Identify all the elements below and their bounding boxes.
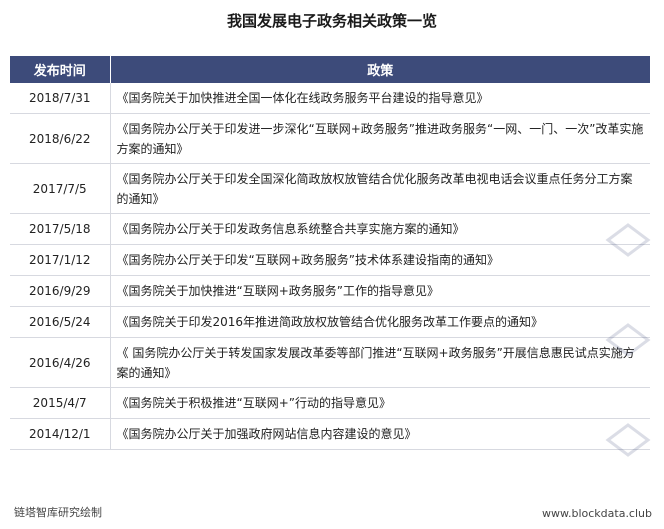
row-date: 2016/9/29	[10, 275, 111, 307]
column-header-policy: 政策	[110, 56, 650, 83]
row-policy: 《国务院办公厅关于印发全国深化简政放权放管结合优化服务改革电视电话会议重点任务分…	[110, 163, 650, 214]
table-row: 2017/5/18 《国务院办公厅关于印发政务信息系统整合共享实施方案的通知》	[10, 213, 650, 245]
row-policy: 《国务院关于加快推进全国一体化在线政务服务平台建设的指导意见》	[110, 83, 650, 114]
row-policy: 《 国务院办公厅关于转发国家发展改革委等部门推进“互联网+政务服务”开展信息惠民…	[110, 337, 650, 388]
table-row: 2018/7/31 《国务院关于加快推进全国一体化在线政务服务平台建设的指导意见…	[10, 83, 650, 114]
table-row: 2016/4/26 《 国务院办公厅关于转发国家发展改革委等部门推进“互联网+政…	[10, 337, 650, 388]
row-date: 2017/5/18	[10, 213, 111, 245]
table-row: 2015/4/7 《国务院关于积极推进“互联网+”行动的指导意见》	[10, 387, 650, 419]
row-date: 2016/5/24	[10, 306, 111, 338]
row-date: 2017/7/5	[10, 163, 111, 214]
row-policy: 《国务院关于加快推进“互联网+政务服务”工作的指导意见》	[110, 275, 650, 307]
table-row: 2017/1/12 《国务院办公厅关于印发“互联网+政务服务”技术体系建设指南的…	[10, 244, 650, 276]
page-title: 我国发展电子政务相关政策一览	[226, 12, 437, 30]
table-row: 2014/12/1 《国务院办公厅关于加强政府网站信息内容建设的意见》	[10, 418, 650, 450]
source-note: 链塔智库研究绘制	[14, 506, 102, 519]
policy-table: 发布时间 政策 2018/7/31 《国务院关于加快推进全国一体化在线政务服务平…	[10, 56, 650, 450]
column-header-date: 发布时间	[10, 56, 111, 83]
table-row: 2017/7/5 《国务院办公厅关于印发全国深化简政放权放管结合优化服务改革电视…	[10, 163, 650, 214]
row-date: 2016/4/26	[10, 337, 111, 388]
table-row: 2018/6/22 《国务院办公厅关于印发进一步深化“互联网+政务服务”推进政务…	[10, 113, 650, 164]
row-policy: 《国务院关于印发2016年推进简政放权放管结合优化服务改革工作要点的通知》	[110, 306, 650, 338]
table-row: 2016/5/24 《国务院关于印发2016年推进简政放权放管结合优化服务改革工…	[10, 306, 650, 338]
row-date: 2014/12/1	[10, 418, 111, 450]
row-date: 2015/4/7	[10, 387, 111, 419]
table-header-row: 发布时间 政策	[10, 56, 650, 83]
row-date: 2018/7/31	[10, 83, 111, 114]
row-policy: 《国务院关于积极推进“互联网+”行动的指导意见》	[110, 387, 650, 419]
row-policy: 《国务院办公厅关于加强政府网站信息内容建设的意见》	[110, 418, 650, 450]
site-url: www.blockdata.club	[542, 507, 652, 520]
row-date: 2017/1/12	[10, 244, 111, 276]
row-date: 2018/6/22	[10, 113, 111, 164]
row-policy: 《国务院办公厅关于印发政务信息系统整合共享实施方案的通知》	[110, 213, 650, 245]
table-row: 2016/9/29 《国务院关于加快推进“互联网+政务服务”工作的指导意见》	[10, 275, 650, 307]
row-policy: 《国务院办公厅关于印发进一步深化“互联网+政务服务”推进政务服务“一网、一门、一…	[110, 113, 650, 164]
row-policy: 《国务院办公厅关于印发“互联网+政务服务”技术体系建设指南的通知》	[110, 244, 650, 276]
